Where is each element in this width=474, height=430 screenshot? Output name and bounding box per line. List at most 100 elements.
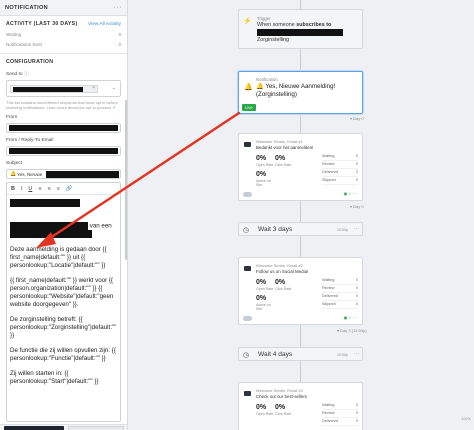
wait-label: Wait 4 days bbox=[258, 351, 293, 358]
editor-toolbar: B I U ≡ ≡ ≡ 🔗 bbox=[7, 183, 120, 195]
more-options-icon[interactable]: ⋯ bbox=[354, 351, 359, 357]
cancel-button[interactable] bbox=[68, 426, 124, 430]
italic-icon[interactable]: I bbox=[21, 186, 23, 192]
clock-icon: ◷ bbox=[243, 352, 250, 359]
editor-body[interactable]: van een Deze aanmelding is gedaan door {… bbox=[7, 195, 120, 397]
save-button[interactable] bbox=[4, 426, 64, 430]
sent-value: 0 bbox=[118, 42, 121, 47]
email-caption: Welcome Series, Email #1 bbox=[256, 139, 303, 144]
activity-title: ACTIVITY (LAST 30 DAYS) bbox=[6, 21, 78, 27]
trigger-card[interactable]: ⚡ Trigger When someone subscribes to Zor… bbox=[238, 9, 363, 49]
redacted-reply-to bbox=[9, 148, 118, 154]
delay-label: ▾ Day 0 bbox=[350, 204, 364, 209]
email-stats: 0% Open Rate 0% Click Rate bbox=[256, 404, 292, 416]
email-card-1[interactable]: Welcome Series, Email #1 Bedankt voor he… bbox=[238, 133, 363, 201]
recipient-tag: × bbox=[10, 85, 98, 93]
email-subject: Check out our best-sellers bbox=[256, 394, 308, 399]
waiting-label: Waiting bbox=[6, 32, 22, 37]
chevron-down-icon[interactable]: ⌄ bbox=[112, 85, 116, 91]
body-line-4: De zorginstelling betreft: {{ personlook… bbox=[10, 315, 117, 339]
lightning-icon: ⚡ bbox=[243, 18, 252, 25]
redacted-list bbox=[257, 29, 343, 36]
redacted-from bbox=[9, 125, 118, 131]
zoom-level[interactable]: 100% bbox=[461, 417, 471, 422]
list-icon[interactable]: ≡ bbox=[47, 186, 50, 192]
align-icon[interactable]: ≡ bbox=[57, 186, 60, 192]
email-caption: Welcome Series, Email #2 bbox=[256, 263, 303, 268]
sidebar-title: NOTIFICATION bbox=[5, 4, 48, 11]
redacted-greeting bbox=[10, 199, 80, 207]
bell-icon: 🔔 bbox=[244, 84, 253, 91]
body-line-1: van een bbox=[89, 222, 112, 230]
bold-icon[interactable]: B bbox=[11, 186, 15, 192]
waiting-value: 0 bbox=[118, 32, 121, 37]
remove-tag-icon[interactable]: × bbox=[92, 85, 95, 91]
email-toggle[interactable] bbox=[243, 192, 252, 197]
more-options-icon[interactable]: ··· bbox=[114, 4, 123, 11]
redacted-list-name bbox=[13, 87, 83, 92]
notification-title: 🔔 Yes, Nieuwe Aanmelding! (Zorginstellin… bbox=[256, 83, 336, 98]
subject-input[interactable]: 🔔 Yes, Nieuwe bbox=[6, 169, 121, 179]
reply-to-label: From / Reply-To Email bbox=[6, 138, 54, 143]
clock-icon: ◷ bbox=[243, 227, 250, 234]
email-card-3[interactable]: Welcome Series, Email #3 Check out our b… bbox=[238, 382, 363, 430]
wait-label: Wait 3 days bbox=[258, 226, 293, 233]
opt-in-hint: This list contains unconfirmed recipient… bbox=[6, 100, 118, 110]
body-line-6: Zij willen starten in: {{ personlookup:"… bbox=[10, 369, 99, 385]
email-status-list: Waiting 0 Review 0 Delivered 2 Skipped 0 bbox=[322, 153, 358, 185]
notification-card[interactable]: 🔔 Notification 🔔 Yes, Nieuwe Aanmelding!… bbox=[238, 71, 363, 114]
subject-label: Subject bbox=[6, 161, 22, 166]
status-icons: ▣ ✓ ⋯ bbox=[343, 191, 357, 196]
notification-sidebar: NOTIFICATION ··· ACTIVITY (LAST 30 DAYS)… bbox=[0, 0, 128, 430]
body-line-5: De functie die zij willen opvullen zijn:… bbox=[10, 346, 116, 362]
configuration-section: CONFIGURATION Send to ⓘ × ⌄ This list co… bbox=[0, 54, 127, 422]
align-left-icon[interactable]: ≡ bbox=[38, 186, 41, 192]
email-stats: 0% Open Rate 0% Click Rate 0% Active on Sit… bbox=[256, 155, 292, 187]
email-subject: Bedankt voor het aanmelden! bbox=[256, 145, 314, 150]
from-label: From bbox=[6, 115, 18, 120]
email-stats: 0% Open Rate 0% Click Rate 0% Active on Sit… bbox=[256, 279, 292, 311]
reply-to-input[interactable] bbox=[6, 146, 121, 156]
sent-label: Notifications Sent bbox=[6, 42, 42, 47]
envelope-icon bbox=[244, 266, 251, 271]
flow-canvas: ⚡ Trigger When someone subscribes to Zor… bbox=[129, 0, 474, 430]
send-to-label: Send to ⓘ bbox=[6, 72, 29, 77]
activity-section: ACTIVITY (LAST 30 DAYS) View All Activit… bbox=[0, 16, 127, 47]
envelope-icon bbox=[244, 391, 251, 396]
underline-icon[interactable]: U bbox=[28, 186, 32, 192]
flow-connector bbox=[300, 0, 301, 430]
wait-card-1[interactable]: ◷ Wait 3 days 12:00p ⋯ bbox=[238, 222, 363, 236]
more-options-icon[interactable]: ⋯ bbox=[354, 226, 359, 232]
sidebar-footer bbox=[0, 424, 127, 430]
external-link-icon[interactable]: ↗ bbox=[112, 105, 115, 110]
notification-caption: Notification bbox=[256, 77, 278, 82]
email-card-2[interactable]: Welcome Series, Email #2 Follow us on So… bbox=[238, 257, 363, 325]
send-to-select[interactable]: × ⌄ bbox=[6, 80, 121, 97]
email-toggle[interactable] bbox=[243, 316, 252, 321]
wait-time: 12:00p bbox=[337, 228, 348, 232]
body-line-2: Deze aanmelding is gedaan door {{ first_… bbox=[10, 245, 107, 269]
trigger-description: When someone subscribes to Zorginstellin… bbox=[257, 22, 361, 44]
email-subject: Follow us on Social Media! bbox=[256, 269, 309, 274]
body-line-3: {{ first_name|default:"" }} werkt voor {… bbox=[10, 276, 114, 308]
wait-time: 12:00p bbox=[337, 353, 348, 357]
status-icons: ▣ ✓ ⋯ bbox=[343, 315, 357, 320]
configuration-title: CONFIGURATION bbox=[6, 59, 54, 65]
from-input[interactable] bbox=[6, 123, 121, 133]
email-status-list: Waiting 0 Review 0 Delivered 0 bbox=[322, 402, 358, 426]
info-icon: ⓘ bbox=[23, 72, 29, 77]
redacted-intro-2 bbox=[10, 230, 92, 239]
wait-card-2[interactable]: ◷ Wait 4 days 12:00p ⋯ bbox=[238, 347, 363, 361]
view-all-activity-link[interactable]: View All Activity bbox=[88, 22, 121, 27]
subject-text: Yes, Nieuwe bbox=[17, 172, 43, 177]
email-status-list: Waiting 0 Review 0 Delivered 0 Skipped 0 bbox=[322, 277, 358, 309]
envelope-icon bbox=[244, 142, 251, 147]
message-editor[interactable]: B I U ≡ ≡ ≡ 🔗 van een Deze aanmelding is… bbox=[6, 182, 121, 422]
delay-label: ▾ Day 0 bbox=[350, 116, 364, 121]
sidebar-header: NOTIFICATION ··· bbox=[0, 0, 127, 16]
delay-label: ▾ Day 3 (12:00p) bbox=[337, 328, 367, 333]
link-icon[interactable]: 🔗 bbox=[66, 186, 73, 192]
trigger-caption: Trigger bbox=[257, 16, 271, 21]
sidebar-scrollbar[interactable] bbox=[125, 100, 127, 260]
redacted-intro bbox=[10, 221, 88, 230]
